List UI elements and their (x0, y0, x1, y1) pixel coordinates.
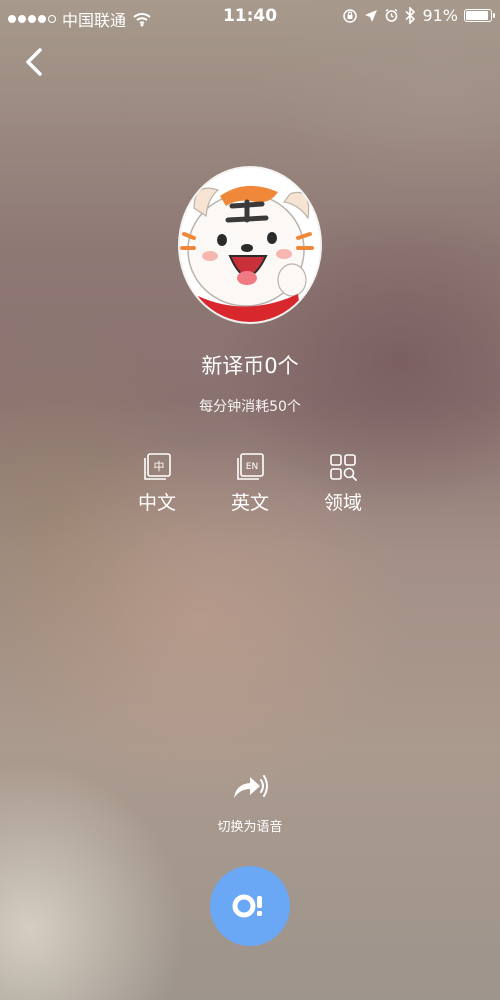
chinese-icon-text: 中 (154, 460, 165, 473)
english-language-icon: EN (237, 453, 264, 480)
orientation-lock-icon (343, 8, 358, 23)
option-chinese[interactable]: 中 中文 (117, 452, 197, 515)
option-domain[interactable]: 领域 (303, 452, 383, 515)
coin-balance-text: 新译币0个 (201, 354, 299, 378)
share-voice-icon (234, 775, 268, 798)
status-bar: 中国联通 11:40 91% (0, 0, 500, 32)
bluetooth-icon (405, 7, 416, 24)
coin-cost-text: 每分钟消耗50个 (199, 399, 301, 415)
back-button[interactable] (20, 44, 50, 80)
english-icon-text: EN (246, 462, 258, 472)
chinese-language-icon: 中 (144, 453, 171, 480)
alarm-icon (385, 8, 398, 22)
voice-record-icon (232, 894, 262, 918)
switch-voice-label: 切换为语音 (217, 820, 283, 835)
option-label: 中文 (137, 492, 176, 514)
switch-voice-button[interactable]: 切换为语音 (200, 770, 300, 835)
avatar (180, 168, 320, 322)
option-label: 领域 (323, 492, 362, 514)
voice-record-button[interactable] (210, 866, 290, 946)
option-english[interactable]: EN 英文 (210, 452, 290, 515)
battery-percent: 91% (422, 6, 458, 25)
option-label: 英文 (230, 492, 269, 514)
tiger-mascot-avatar (180, 168, 320, 322)
chevron-left-icon (26, 48, 42, 76)
domain-grid-icon (330, 454, 357, 481)
status-right: 91% (342, 6, 495, 25)
location-icon (365, 9, 378, 22)
battery-icon (464, 9, 495, 22)
